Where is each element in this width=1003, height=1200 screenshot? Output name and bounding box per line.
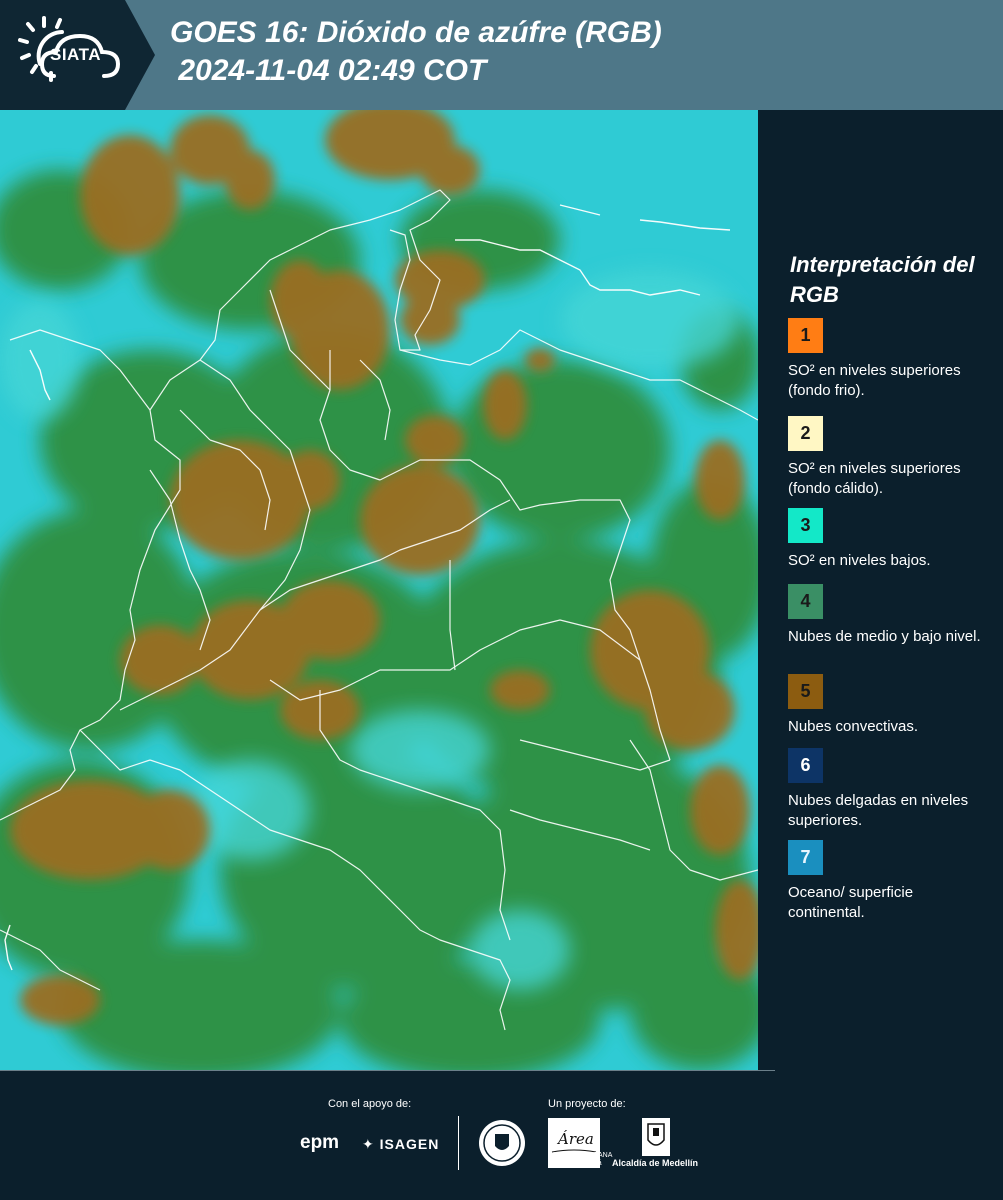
alcaldia-medellin-label: Alcaldía de Medellín — [612, 1158, 699, 1168]
legend-swatch: 1 — [788, 318, 823, 353]
siata-logo[interactable]: SIATA — [0, 0, 155, 110]
page-title: GOES 16: Dióxido de azúfre (RGB) 2024-11… — [170, 16, 662, 87]
legend-item: 3 SO² en niveles bajos. — [788, 508, 988, 571]
epm-logo[interactable]: epm — [300, 1132, 339, 1154]
legend-swatch: 2 — [788, 416, 823, 451]
legend-label: Nubes de medio y bajo nivel. — [788, 628, 981, 645]
medellin-seal-icon[interactable] — [477, 1118, 527, 1168]
header-bar: SIATA GOES 16: Dióxido de azúfre (RGB) 2… — [0, 0, 1003, 110]
legend-item: 1 SO² en niveles superiores (fondo frio). — [788, 318, 988, 401]
satellite-imagery — [0, 110, 758, 1070]
legend-item: 6 Nubes delgadas en niveles superiores. — [788, 748, 988, 831]
project-label: Un proyecto de: — [548, 1098, 626, 1110]
legend-label: Nubes convectivas. — [788, 718, 919, 735]
legend-item: 4 Nubes de medio y bajo nivel. — [788, 584, 988, 647]
legend-swatch: 3 — [788, 508, 823, 543]
area-logo-text: Área — [556, 1130, 594, 1148]
legend-label: Nubes delgadas en niveles superiores. — [788, 792, 969, 829]
legend-panel: Interpretación del RGB 1 SO² en niveles s… — [760, 110, 1003, 1070]
legend-item: 2 SO² en niveles superiores (fondo cálido… — [788, 416, 988, 499]
area-metropolitana-subtitle: METROPOLITANA Valle de Aburrá — [553, 1152, 613, 1167]
legend-swatch: 5 — [788, 674, 823, 709]
isagen-logo[interactable]: ✦ ISAGEN — [362, 1136, 439, 1153]
legend-swatch: 7 — [788, 840, 823, 875]
legend-swatch: 4 — [788, 584, 823, 619]
isagen-logo-text: ISAGEN — [379, 1136, 440, 1152]
legend-item: 5 Nubes convectivas. — [788, 674, 988, 737]
legend-label: SO² en niveles superiores (fondo cálido)… — [788, 460, 961, 497]
legend-label: Oceano/ superficie continental. — [788, 884, 914, 921]
footer-vertical-divider — [458, 1116, 459, 1170]
footer: Con el apoyo de: Un proyecto de: epm ✦ I… — [0, 1070, 1003, 1200]
legend-swatch: 6 — [788, 748, 823, 783]
legend-title: Interpretación del RGB — [790, 252, 975, 307]
support-label: Con el apoyo de: — [328, 1098, 412, 1110]
alcaldia-shield-icon[interactable] — [642, 1118, 670, 1156]
siata-logo-text: SIATA — [50, 45, 101, 64]
footer-divider — [0, 1070, 775, 1071]
satellite-map[interactable] — [0, 110, 758, 1070]
legend-label: SO² en niveles superiores (fondo frio). — [788, 362, 961, 399]
isagen-mark-icon: ✦ — [362, 1136, 380, 1152]
legend-item: 7 Oceano/ superficie continental. — [788, 840, 988, 923]
legend-label: SO² en niveles bajos. — [788, 552, 931, 569]
